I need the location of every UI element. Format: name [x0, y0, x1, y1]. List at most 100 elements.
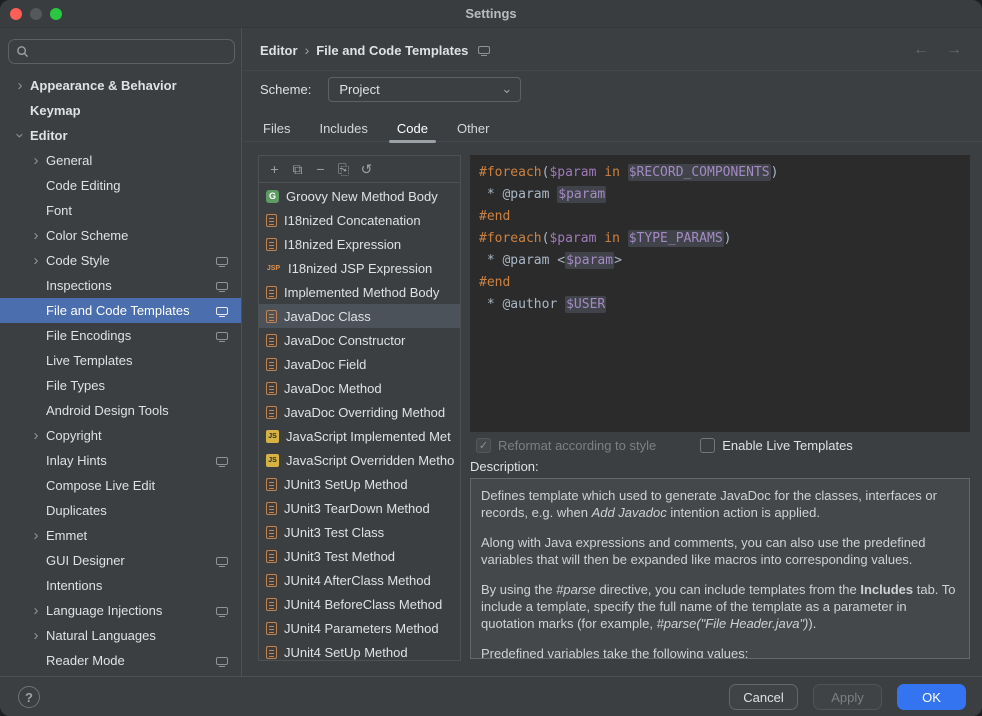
create-child-template-icon[interactable]: ⧉	[286, 158, 309, 180]
search-input[interactable]	[34, 44, 227, 59]
sidebar-item-inspections[interactable]: Inspections	[0, 273, 241, 298]
template-item-junit4-afterclass-method[interactable]: JUnit4 AfterClass Method	[259, 568, 460, 592]
minimize-button-icon[interactable]	[30, 8, 42, 20]
ok-button[interactable]: OK	[897, 684, 966, 710]
template-item-junit3-test-method[interactable]: JUnit3 Test Method	[259, 544, 460, 568]
chevron-right-icon[interactable]: ›	[28, 428, 44, 443]
code-token: $param	[565, 252, 614, 269]
forward-icon[interactable]: →	[946, 40, 962, 60]
sidebar-item-code-style[interactable]: ›Code Style	[0, 248, 241, 273]
apply-button[interactable]: Apply	[813, 684, 882, 710]
template-item-i18nized-expression[interactable]: I18nized Expression	[259, 232, 460, 256]
footer: ? Cancel Apply OK	[0, 676, 982, 716]
sidebar-item-editor[interactable]: ›Editor	[0, 123, 241, 148]
sidebar-item-code-editing[interactable]: Code Editing	[0, 173, 241, 198]
sidebar-item-natural-languages[interactable]: ›Natural Languages	[0, 623, 241, 648]
template-options: ✓ Reformat according to style Enable Liv…	[476, 435, 853, 455]
tab-code[interactable]: Code	[396, 114, 429, 142]
code-token: #foreach	[479, 231, 542, 246]
sidebar-item-inlay-hints[interactable]: Inlay Hints	[0, 448, 241, 473]
sidebar-item-language-injections[interactable]: ›Language Injections	[0, 598, 241, 623]
template-item-junit3-teardown-method[interactable]: JUnit3 TearDown Method	[259, 496, 460, 520]
template-file-icon	[266, 598, 277, 611]
description-paragraph: Defines template which used to generate …	[481, 487, 959, 521]
template-item-implemented-method-body[interactable]: Implemented Method Body	[259, 280, 460, 304]
dialog-buttons: Cancel Apply OK	[729, 684, 966, 710]
reformat-checkbox[interactable]: ✓ Reformat according to style	[476, 438, 656, 453]
sidebar-item-compose-live-edit[interactable]: Compose Live Edit	[0, 473, 241, 498]
javascript-file-icon: JS	[266, 430, 279, 443]
chevron-right-icon[interactable]: ›	[28, 628, 44, 643]
sidebar-item-intentions[interactable]: Intentions	[0, 573, 241, 598]
chevron-right-icon[interactable]: ›	[12, 78, 28, 93]
sidebar-item-file-encodings[interactable]: File Encodings	[0, 323, 241, 348]
tab-includes[interactable]: Includes	[318, 114, 368, 142]
sidebar-item-label: Code Editing	[44, 178, 120, 193]
template-item-i18nized-jsp-expression[interactable]: JSPI18nized JSP Expression	[259, 256, 460, 280]
close-button-icon[interactable]	[10, 8, 22, 20]
template-item-junit4-beforeclass-method[interactable]: JUnit4 BeforeClass Method	[259, 592, 460, 616]
enable-live-templates-checkbox[interactable]: Enable Live Templates	[700, 438, 853, 453]
sidebar-item-copyright[interactable]: ›Copyright	[0, 423, 241, 448]
sidebar-item-reader-mode[interactable]: Reader Mode	[0, 648, 241, 673]
chevron-right-icon[interactable]: ›	[28, 228, 44, 243]
template-item-junit3-test-class[interactable]: JUnit3 Test Class	[259, 520, 460, 544]
template-item-javadoc-field[interactable]: JavaDoc Field	[259, 352, 460, 376]
template-item-groovy-new-method-body[interactable]: GGroovy New Method Body	[259, 184, 460, 208]
chevron-right-icon[interactable]: ›	[28, 253, 44, 268]
back-icon[interactable]: ←	[913, 40, 929, 60]
reset-to-default-icon[interactable]: ↺	[355, 158, 378, 180]
titlebar[interactable]: Settings	[0, 0, 982, 28]
sidebar-item-keymap[interactable]: Keymap	[0, 98, 241, 123]
chevron-right-icon[interactable]: ›	[28, 153, 44, 168]
tab-files[interactable]: Files	[262, 114, 291, 142]
sidebar-item-android-design-tools[interactable]: Android Design Tools	[0, 398, 241, 423]
scheme-dropdown[interactable]: Project ⌄	[328, 77, 521, 102]
template-editor[interactable]: #foreach($param in $RECORD_COMPONENTS) *…	[470, 155, 970, 432]
template-item-javadoc-overriding-method[interactable]: JavaDoc Overriding Method	[259, 400, 460, 424]
sidebar-item-gui-designer[interactable]: GUI Designer	[0, 548, 241, 573]
template-item-javascript-implemented-met[interactable]: JSJavaScript Implemented Met	[259, 424, 460, 448]
sidebar-item-label: File Encodings	[44, 328, 131, 343]
chevron-right-icon[interactable]: ›	[28, 528, 44, 543]
template-item-i18nized-concatenation[interactable]: I18nized Concatenation	[259, 208, 460, 232]
template-item-junit4-setup-method[interactable]: JUnit4 SetUp Method	[259, 640, 460, 660]
remove-template-icon[interactable]: −	[309, 158, 332, 180]
code-token: #end	[479, 275, 510, 290]
settings-search[interactable]	[8, 39, 235, 64]
template-item-javadoc-method[interactable]: JavaDoc Method	[259, 376, 460, 400]
zoom-button-icon[interactable]	[50, 8, 62, 20]
checkbox-icon: ✓	[476, 438, 491, 453]
copy-template-icon[interactable]: ⎘	[332, 158, 355, 180]
template-list[interactable]: GGroovy New Method BodyI18nized Concaten…	[259, 184, 460, 660]
code-token	[620, 165, 628, 180]
breadcrumb-editor[interactable]: Editor	[260, 43, 298, 58]
sidebar-item-file-and-code-templates[interactable]: File and Code Templates	[0, 298, 241, 323]
sidebar-item-duplicates[interactable]: Duplicates	[0, 498, 241, 523]
sidebar-item-font[interactable]: Font	[0, 198, 241, 223]
chevron-down-icon[interactable]: ›	[13, 128, 28, 144]
help-button[interactable]: ?	[18, 686, 40, 708]
template-item-javadoc-constructor[interactable]: JavaDoc Constructor	[259, 328, 460, 352]
description-panel[interactable]: Defines template which used to generate …	[470, 478, 970, 659]
add-template-icon[interactable]: +	[263, 158, 286, 180]
template-item-javadoc-class[interactable]: JavaDoc Class	[259, 304, 460, 328]
sidebar-item-live-templates[interactable]: Live Templates	[0, 348, 241, 373]
chevron-right-icon[interactable]: ›	[28, 603, 44, 618]
code-token: in	[604, 165, 620, 180]
window-controls	[10, 0, 62, 28]
sidebar-item-emmet[interactable]: ›Emmet	[0, 523, 241, 548]
template-item-junit4-parameters-method[interactable]: JUnit4 Parameters Method	[259, 616, 460, 640]
description-text: ).	[808, 616, 816, 631]
sidebar-item-label: Inspections	[44, 278, 112, 293]
sidebar-item-general[interactable]: ›General	[0, 148, 241, 173]
sidebar-item-file-types[interactable]: File Types	[0, 373, 241, 398]
sidebar-item-color-scheme[interactable]: ›Color Scheme	[0, 223, 241, 248]
template-code: #foreach($param in $RECORD_COMPONENTS) *…	[479, 162, 961, 316]
template-item-junit3-setup-method[interactable]: JUnit3 SetUp Method	[259, 472, 460, 496]
sidebar-item-appearance-behavior[interactable]: ›Appearance & Behavior	[0, 73, 241, 98]
cancel-button[interactable]: Cancel	[729, 684, 798, 710]
description-text: Includes	[860, 582, 913, 597]
template-item-javascript-overridden-metho[interactable]: JSJavaScript Overridden Metho	[259, 448, 460, 472]
tab-other[interactable]: Other	[456, 114, 491, 142]
